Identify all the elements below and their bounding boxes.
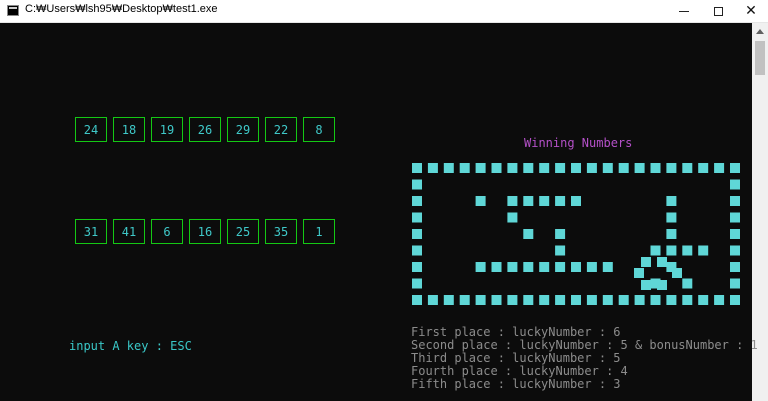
ticket-block: [491, 295, 502, 305]
ticket-block: [427, 163, 438, 173]
ticket-block: [602, 262, 613, 272]
ticket-block: [427, 295, 438, 305]
ticket-block: [571, 262, 581, 272]
ticket-block: [555, 163, 566, 173]
ticket-block: [571, 196, 581, 206]
ticket-block: [507, 196, 518, 206]
ticket-block: [666, 212, 677, 223]
ticket-block: [634, 268, 644, 278]
ticket-block: [618, 163, 629, 173]
ticket-block: [412, 229, 422, 239]
ticket-block: [523, 163, 534, 173]
ticket-block: [634, 163, 645, 173]
ticket-blocks: [412, 163, 740, 305]
ticket-block: [475, 163, 486, 173]
ticket-block: [657, 280, 667, 290]
ticket-block: [491, 163, 502, 173]
ticket-block: [682, 295, 693, 305]
ticket-block: [443, 295, 454, 305]
ticket-block: [730, 229, 740, 239]
ticket-block: [666, 295, 677, 305]
ticket-block: [412, 163, 422, 173]
ticket-block: [539, 262, 550, 272]
ticket-block: [523, 229, 534, 239]
ticket-block: [730, 262, 740, 272]
ticket-block: [698, 295, 709, 305]
ticket-block: [586, 163, 597, 173]
ticket-block: [539, 295, 550, 305]
ticket-block: [657, 257, 667, 267]
ticket-block: [672, 268, 682, 278]
ticket-block: [730, 179, 740, 190]
ticket-block: [730, 295, 740, 305]
ticket-block: [523, 196, 534, 206]
ticket-block: [539, 163, 550, 173]
ticket-block: [412, 196, 422, 206]
ticket-block: [602, 295, 613, 305]
ticket-block: [555, 229, 566, 239]
ticket-block: [459, 163, 470, 173]
ticket-block: [634, 295, 645, 305]
ticket-block: [666, 196, 677, 206]
ticket-block: [507, 295, 518, 305]
ticket-block: [412, 262, 422, 272]
ticket-block: [650, 245, 661, 256]
ticket-block: [682, 163, 693, 173]
ticket-block: [539, 196, 550, 206]
prize-results: First place : luckyNumber : 6 Second pla…: [411, 326, 758, 391]
ticket-block: [555, 245, 566, 256]
ticket-block: [682, 245, 693, 256]
ticket-block: [412, 212, 422, 223]
ticket-block: [507, 262, 518, 272]
ticket-block: [555, 196, 566, 206]
ticket-block: [650, 295, 661, 305]
ticket-block: [698, 163, 709, 173]
ticket-block: [571, 295, 581, 305]
ticket-block: [412, 278, 422, 289]
ticket-block: [475, 295, 486, 305]
ticket-block: [507, 212, 518, 223]
ticket-block: [555, 262, 566, 272]
ticket-block: [507, 163, 518, 173]
ticket-block: [730, 163, 740, 173]
ticket-block: [555, 295, 566, 305]
ticket-block: [666, 229, 677, 239]
ticket-block: [412, 295, 422, 305]
result-line-fifth: Fifth place : luckyNumber : 3: [411, 377, 621, 391]
ticket-block: [666, 245, 677, 256]
ticket-block: [730, 245, 740, 256]
ticket-block: [491, 262, 502, 272]
ticket-block: [523, 262, 534, 272]
ticket-block: [682, 278, 693, 289]
ticket-block: [714, 295, 725, 305]
ticket-block: [571, 163, 581, 173]
ticket-block: [586, 262, 597, 272]
ticket-block: [586, 295, 597, 305]
ticket-block: [412, 245, 422, 256]
ticket-block: [443, 163, 454, 173]
ticket-block: [730, 212, 740, 223]
ticket-block: [412, 179, 422, 190]
ticket-block: [730, 196, 740, 206]
ticket-block: [641, 280, 651, 290]
ticket-block: [475, 262, 486, 272]
ticket-block: [602, 163, 613, 173]
ticket-block: [523, 295, 534, 305]
ticket-block: [666, 163, 677, 173]
ticket-block: [641, 257, 651, 267]
ticket-block: [459, 295, 470, 305]
ticket-block: [650, 163, 661, 173]
ticket-block: [714, 163, 725, 173]
ticket-block: [698, 245, 709, 256]
ticket-block: [618, 295, 629, 305]
ticket-block: [730, 278, 740, 289]
ticket-block: [475, 196, 486, 206]
